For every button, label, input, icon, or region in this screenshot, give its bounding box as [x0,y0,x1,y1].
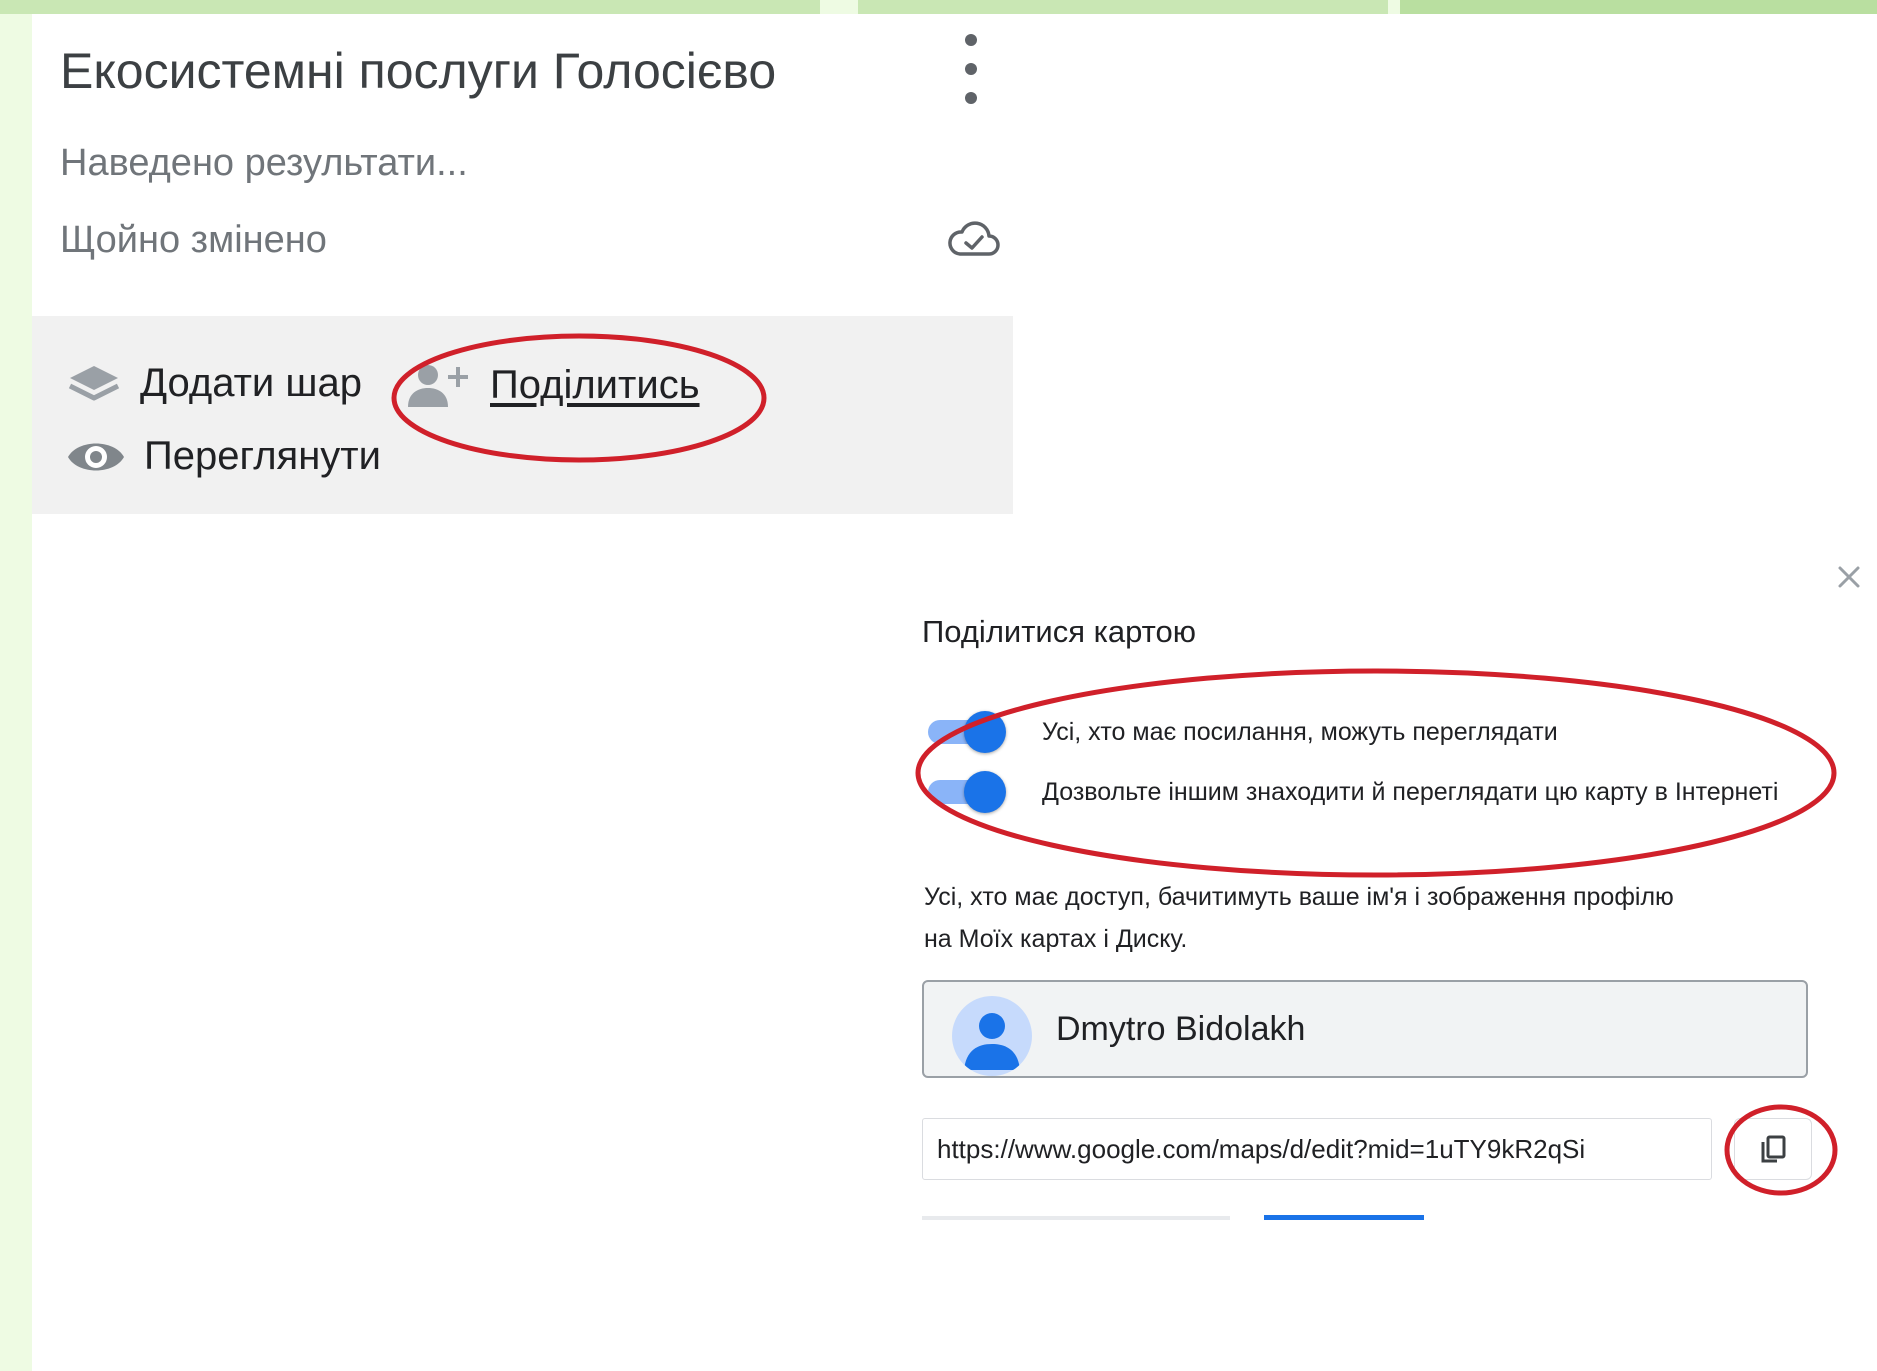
visibility-notice: Усі, хто має доступ, бачитимуть ваше ім'… [924,883,1674,953]
dialog-button-accent [1264,1215,1424,1220]
layers-icon [68,365,120,400]
owner-chip: Dmytro Bidolakh [922,980,1808,1078]
share-dialog-title: Поділитися картою [922,614,1197,649]
cloud-done-icon [948,221,1000,256]
annotation-oval-toggles [915,668,1837,878]
eye-icon [68,443,124,470]
screenshot-canvas: Екосистемні послуги Голосієво Наведено р… [32,14,1877,1371]
annotation-oval-share [391,333,767,463]
more-vert-icon[interactable] [956,34,986,104]
preview-label: Переглянути [144,434,381,478]
close-icon[interactable] [1834,562,1864,592]
dialog-button-placeholder [922,1216,1230,1220]
preview-button[interactable]: Переглянути [66,434,381,479]
map-description[interactable]: Наведено результати... [60,142,468,185]
owner-name: Dmytro Bidolakh [1056,1010,1306,1048]
top-decoration-left [0,0,820,14]
add-layer-button[interactable]: Додати шар [66,361,362,406]
add-layer-label: Додати шар [140,361,362,405]
annotation-oval-copy [1724,1104,1838,1196]
top-decoration-middle [858,0,1388,14]
account-avatar-icon [952,996,1032,1076]
map-save-status: Щойно змінено [60,219,327,261]
share-link-field[interactable] [922,1118,1712,1180]
top-decoration-right [1400,0,1877,14]
map-title[interactable]: Екосистемні послуги Голосієво [60,42,776,100]
